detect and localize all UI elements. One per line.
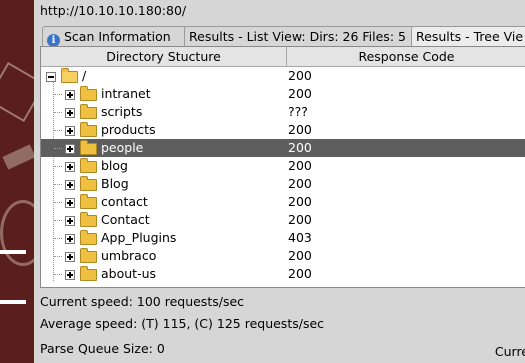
directory-name: products [101, 122, 156, 137]
response-code: 200 [288, 266, 312, 281]
response-code: 200 [288, 68, 312, 83]
expand-icon[interactable] [65, 234, 75, 244]
response-code: 200 [288, 140, 312, 155]
expand-icon[interactable] [65, 270, 75, 280]
folder-icon [80, 194, 97, 209]
folder-icon [80, 122, 97, 137]
tree-row[interactable]: Contact 200 [41, 211, 525, 229]
dirbuster-window: http://10.10.10.180:80/ i Scan Informatio… [34, 0, 525, 363]
folder-icon [80, 86, 97, 101]
tree-row[interactable]: intranet 200 [41, 85, 525, 103]
directory-name: about-us [101, 266, 157, 281]
response-code: 200 [288, 194, 312, 209]
tree-row[interactable]: contact 200 [41, 193, 525, 211]
folder-icon [80, 266, 97, 281]
response-code: 200 [288, 122, 312, 137]
response-code: 403 [288, 230, 312, 245]
background-decoration [2, 144, 36, 170]
column-header-response-code[interactable]: Response Code [287, 47, 525, 66]
directory-name: intranet [101, 86, 151, 101]
tree-rows: / 200 intranet 200 scripts??? products 200… [41, 67, 525, 283]
folder-icon [80, 248, 97, 263]
response-code: 200 [288, 176, 312, 191]
folder-icon [80, 212, 97, 227]
tab-label: Results - Tree Vie [416, 29, 524, 44]
folder-icon [80, 104, 97, 119]
collapse-icon[interactable] [46, 72, 56, 82]
background-decoration [0, 250, 26, 254]
tree-row[interactable]: products 200 [41, 121, 525, 139]
tab-results-list-view[interactable]: Results - List View: Dirs: 26 Files: 5 [184, 26, 415, 46]
directory-name: blog [101, 158, 128, 173]
tree-row-root[interactable]: / 200 [41, 67, 525, 85]
results-tree-table[interactable]: Directory Stucture Response Code / 200 i… [40, 46, 525, 288]
tree-row[interactable]: blog 200 [41, 157, 525, 175]
tree-row[interactable]: scripts??? [41, 103, 525, 121]
folder-icon [80, 140, 97, 155]
response-code: 200 [288, 212, 312, 227]
tree-row[interactable]: App_Plugins 403 [41, 229, 525, 247]
current-label-truncated: Curre [494, 344, 525, 359]
tab-bar: i Scan Information Results - List View: D… [42, 26, 525, 47]
expand-icon[interactable] [65, 90, 75, 100]
tab-results-tree-view[interactable]: Results - Tree Vie [411, 26, 525, 46]
directory-name: / [82, 68, 87, 83]
folder-icon [80, 230, 97, 245]
expand-icon[interactable] [65, 180, 75, 190]
expand-icon[interactable] [65, 198, 75, 208]
tree-row-selected[interactable]: people 200 [41, 139, 525, 157]
directory-name: App_Plugins [101, 230, 177, 245]
directory-name: contact [101, 194, 148, 209]
table-header: Directory Stucture Response Code [41, 47, 525, 67]
target-url: http://10.10.10.180:80/ [40, 3, 187, 18]
response-code: 200 [288, 158, 312, 173]
directory-name: Contact [101, 212, 150, 227]
tree-row[interactable]: Blog 200 [41, 175, 525, 193]
folder-icon [80, 176, 97, 191]
background-decoration [0, 300, 26, 304]
average-speed-label: Average speed: (T) 115, (C) 125 requests… [40, 316, 325, 331]
response-code: 200 [288, 86, 312, 101]
tree-row[interactable]: umbraco 200 [41, 247, 525, 265]
tab-scan-information[interactable]: i Scan Information [42, 26, 188, 47]
expand-icon[interactable] [65, 216, 75, 226]
tab-label: Scan Information [64, 29, 171, 44]
expand-icon[interactable] [65, 252, 75, 262]
expand-icon[interactable] [65, 108, 75, 118]
folder-icon [80, 158, 97, 173]
directory-name: scripts [101, 104, 143, 119]
tree-row[interactable]: about-us 200 [41, 265, 525, 283]
expand-icon[interactable] [65, 144, 75, 154]
response-code: 200 [288, 248, 312, 263]
open-folder-icon [61, 68, 78, 83]
directory-name: umbraco [101, 248, 157, 263]
response-code: ??? [288, 104, 308, 119]
parse-queue-label: Parse Queue Size: 0 [40, 341, 165, 356]
tab-label: Results - List View: Dirs: 26 Files: 5 [189, 29, 406, 44]
column-header-directory[interactable]: Directory Stucture [41, 47, 287, 66]
current-speed-label: Current speed: 100 requests/sec [40, 294, 245, 309]
expand-icon[interactable] [65, 126, 75, 136]
expand-icon[interactable] [65, 162, 75, 172]
directory-name: Blog [101, 176, 129, 191]
directory-name: people [101, 140, 144, 155]
